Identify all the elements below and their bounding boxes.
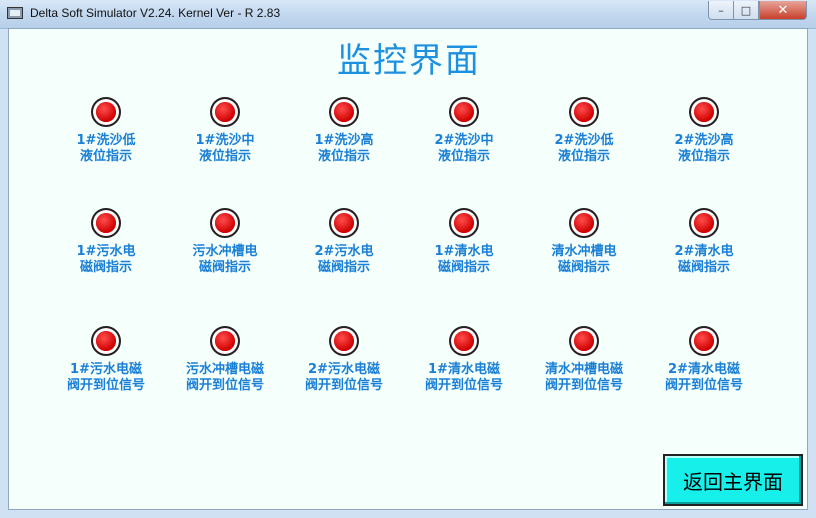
indicator-lamp-icon [91,326,121,356]
indicator-label: 污水冲槽电 磁阀指示 [192,244,258,275]
indicator-label: 清水冲槽电 磁阀指示 [551,244,617,275]
indicator-label: 1#污水电 磁阀指示 [76,244,136,275]
page-title: 监控界面 [337,41,481,81]
indicator-lamp-icon [329,326,359,356]
indicator-lamp-icon [689,208,719,238]
indicator-lamp-icon [689,97,719,127]
indicator-lamp-icon [329,97,359,127]
indicator-label: 1#清水电磁 阀开到位信号 [424,362,503,393]
indicator-label: 2#洗沙中 液位指示 [434,133,494,164]
indicator-label: 1#洗沙高 液位指示 [314,133,374,164]
minimize-button[interactable]: – [708,1,734,20]
indicator-lamp-icon [449,208,479,238]
maximize-button[interactable]: □ [733,1,759,20]
indicator-label: 2#清水电 磁阀指示 [674,244,734,275]
indicator-lamp-icon [449,97,479,127]
indicator-label: 2#清水电磁 阀开到位信号 [664,362,743,393]
indicator-lamp-icon [210,97,240,127]
indicator-lamp-icon [91,208,121,238]
indicator-lamp-icon [449,326,479,356]
monitor-screen: 监控界面 1#洗沙低 液位指示 1#洗沙中 液位指示 1#洗沙高 液位指示 2#洗沙中… [8,28,808,510]
indicator-label: 2#污水电 磁阀指示 [314,244,374,275]
indicator-lamp-icon [329,208,359,238]
title-bar[interactable]: Delta Soft Simulator V2.24. Kernel Ver -… [0,0,816,29]
indicator-lamp-icon [210,208,240,238]
indicator-lamp-icon [569,208,599,238]
indicator-label: 2#洗沙高 液位指示 [674,133,734,164]
app-icon [7,7,23,19]
close-button[interactable]: ✕ [759,1,807,20]
indicator-lamp-icon [91,97,121,127]
indicator-label: 1#清水电 磁阀指示 [434,244,494,275]
return-main-button[interactable]: 返回主界面 [663,454,803,506]
indicator-lamp-icon [569,97,599,127]
indicator-label: 清水冲槽电磁 阀开到位信号 [544,362,623,393]
indicator-lamp-icon [569,326,599,356]
indicator-label: 1#污水电磁 阀开到位信号 [66,362,145,393]
indicator-label: 污水冲槽电磁 阀开到位信号 [185,362,264,393]
indicator-label: 1#洗沙低 液位指示 [76,133,136,164]
indicator-label: 1#洗沙中 液位指示 [195,133,255,164]
indicator-label: 2#污水电磁 阀开到位信号 [304,362,383,393]
indicator-label: 2#洗沙低 液位指示 [554,133,614,164]
window-title: Delta Soft Simulator V2.24. Kernel Ver -… [30,6,281,20]
indicator-lamp-icon [689,326,719,356]
indicator-lamp-icon [210,326,240,356]
